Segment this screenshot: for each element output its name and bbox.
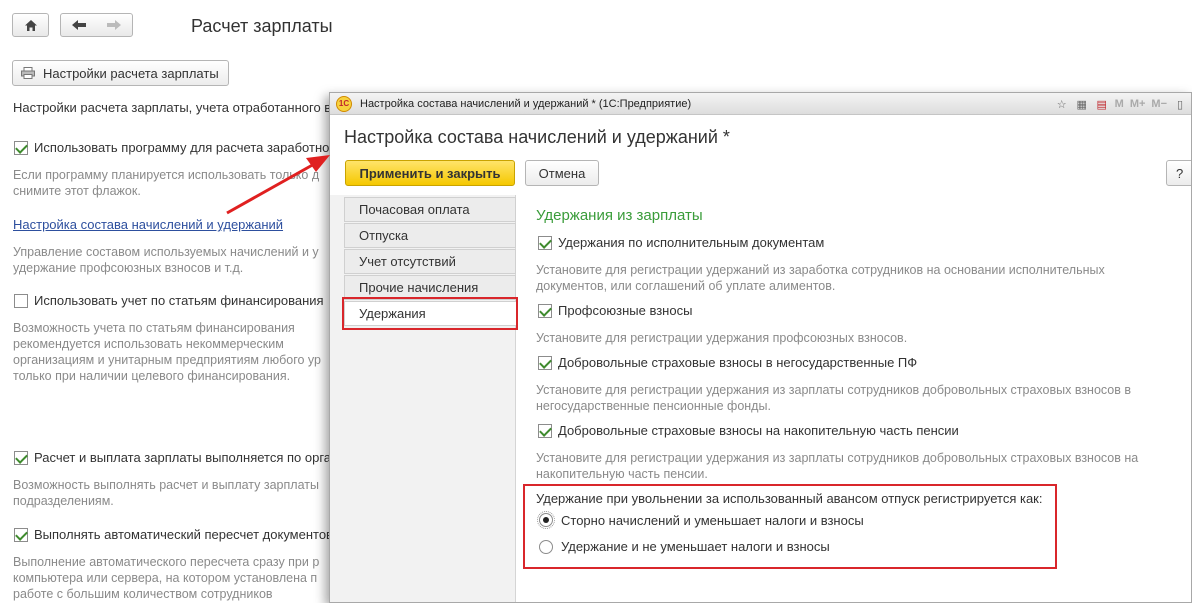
- salary-settings-button[interactable]: Настройки расчета зарплаты: [12, 60, 229, 86]
- more-icon[interactable]: ▯: [1173, 97, 1187, 111]
- link-hint-2: удержание профсоюзных взносов и т.д.: [13, 261, 244, 275]
- section-title: Удержания из зарплаты: [536, 207, 703, 224]
- option-union-fees-hint: Установите для регистрации удержания про…: [536, 331, 908, 345]
- arrow-left-icon: [71, 20, 86, 30]
- recalc-checkbox[interactable]: [14, 527, 28, 542]
- financing-checkbox[interactable]: [14, 293, 28, 308]
- use-program-label: Использовать программу для расчета зараб…: [34, 140, 330, 155]
- dialog-titlebar: 1С Настройка состава начислений и удержа…: [330, 93, 1191, 115]
- radio-reversal[interactable]: [539, 513, 553, 527]
- composition-settings-dialog: 1С Настройка состава начислений и удержа…: [329, 92, 1192, 603]
- use-program-hint-1: Если программу планируется использовать …: [13, 168, 320, 182]
- radio-deduction-row[interactable]: Удержание и не уменьшает налоги и взносы: [537, 539, 830, 554]
- option-union-fees-checkbox[interactable]: [538, 303, 552, 318]
- sidebar-item-hourly-pay[interactable]: Почасовая оплата: [344, 197, 516, 222]
- recalc-hint-1: Выполнение автоматического пересчета сра…: [13, 555, 320, 569]
- radio-deduction-label: Удержание и не уменьшает налоги и взносы: [561, 539, 830, 554]
- option-funded-pension-label: Добровольные страховые взносы на накопит…: [558, 423, 959, 438]
- payout-hint-1: Возможность выполнять расчет и выплату з…: [13, 478, 319, 492]
- option-npf-row[interactable]: Добровольные страховые взносы в негосуда…: [538, 355, 917, 370]
- payout-checkbox[interactable]: [14, 450, 28, 465]
- 1c-logo-icon: 1С: [336, 95, 352, 112]
- option-writs-hint-1: Установите для регистрации удержаний из …: [536, 263, 1105, 277]
- composition-settings-link[interactable]: Настройка состава начислений и удержаний: [13, 217, 283, 232]
- financing-label: Использовать учет по статьям финансирова…: [34, 293, 324, 308]
- arrow-right-icon: [107, 20, 122, 30]
- page-title: Расчет зарплаты: [191, 16, 333, 36]
- calculator-icon[interactable]: ▦: [1075, 97, 1089, 111]
- radio-reversal-focus: [537, 511, 555, 529]
- help-button[interactable]: ?: [1166, 160, 1191, 186]
- option-npf-hint-2: негосударственные пенсионные фонды.: [536, 399, 771, 413]
- option-union-fees-label: Профсоюзные взносы: [558, 303, 693, 318]
- financing-hint-2: рекомендуется использовать некоммерчески…: [13, 337, 284, 351]
- history-nav: [60, 13, 133, 37]
- radio-reversal-label: Сторно начислений и уменьшает налоги и в…: [561, 512, 864, 528]
- financing-hint-3: организациям и унитарным предприятиям лю…: [13, 353, 321, 367]
- dialog-window-title: Настройка состава начислений и удержаний…: [360, 97, 692, 110]
- option-writs-checkbox[interactable]: [538, 235, 552, 250]
- recalc-hint-2: компьютера или сервера, на котором устан…: [13, 571, 318, 585]
- financing-hint-1: Возможность учета по статьям финансирова…: [13, 321, 295, 335]
- apply-and-close-button[interactable]: Применить и закрыть: [345, 160, 515, 186]
- star-icon[interactable]: ☆: [1055, 97, 1069, 111]
- back-button[interactable]: [71, 19, 87, 31]
- option-npf-hint-1: Установите для регистрации удержания из …: [536, 383, 1132, 397]
- calendar-icon[interactable]: ▤: [1095, 97, 1109, 111]
- option-npf-checkbox[interactable]: [538, 355, 552, 370]
- forward-button[interactable]: [106, 19, 122, 31]
- home-icon: [24, 19, 37, 31]
- sidebar-item-vacations[interactable]: Отпуска: [344, 223, 516, 248]
- financing-checkbox-row[interactable]: Использовать учет по статьям финансирова…: [14, 293, 324, 308]
- salary-settings-label: Настройки расчета зарплаты: [43, 65, 219, 81]
- sidebar-item-absences[interactable]: Учет отсутствий: [344, 249, 516, 274]
- recalc-checkbox-row[interactable]: Выполнять автоматический пересчет докуме…: [14, 527, 333, 542]
- financing-hint-4: только при наличии целевого финансирован…: [13, 369, 291, 383]
- option-funded-pension-row[interactable]: Добровольные страховые взносы на накопит…: [538, 423, 959, 438]
- recalc-hint-3: работе с большим количеством сотрудников: [13, 587, 273, 601]
- use-program-checkbox-row[interactable]: Использовать программу для расчета зараб…: [14, 140, 329, 155]
- option-npf-label: Добровольные страховые взносы в негосуда…: [558, 355, 918, 370]
- option-writs-label: Удержания по исполнительным документам: [558, 235, 825, 250]
- recalc-label: Выполнять автоматический пересчет докуме…: [34, 527, 333, 542]
- dismissal-deduction-caption: Удержание при увольнении за использованн…: [536, 491, 1043, 506]
- intro-text: Настройки расчета зарплаты, учета отрабо…: [13, 100, 332, 115]
- option-funded-pension-hint-2: накопительную часть пенсии.: [536, 467, 708, 481]
- titlebar-tools: ☆ ▦ ▤ M M+ M− ▯: [1055, 93, 1191, 115]
- memory-plus-button[interactable]: M+: [1130, 98, 1146, 110]
- option-writs-hint-2: документов, или соглашений об уплате али…: [536, 279, 836, 293]
- use-program-checkbox[interactable]: [14, 140, 28, 155]
- radio-deduction[interactable]: [539, 539, 553, 554]
- payout-checkbox-row[interactable]: Расчет и выплата зарплаты выполняется по…: [14, 450, 331, 465]
- option-funded-pension-hint-1: Установите для регистрации удержания из …: [536, 451, 1139, 465]
- use-program-hint-2: снимите этот флажок.: [13, 184, 141, 198]
- option-union-fees-row[interactable]: Профсоюзные взносы: [538, 303, 692, 318]
- link-hint-1: Управление составом используемых начисле…: [13, 245, 319, 259]
- payout-label: Расчет и выплата зарплаты выполняется по…: [34, 450, 332, 465]
- option-writs-row[interactable]: Удержания по исполнительным документам: [538, 235, 824, 250]
- dialog-heading: Настройка состава начислений и удержаний…: [344, 127, 730, 147]
- radio-reversal-row[interactable]: Сторно начислений и уменьшает налоги и в…: [537, 511, 864, 529]
- option-funded-pension-checkbox[interactable]: [538, 423, 552, 438]
- memory-minus-button[interactable]: M−: [1151, 98, 1167, 110]
- payout-hint-2: подразделениям.: [13, 494, 114, 508]
- cancel-button[interactable]: Отмена: [525, 160, 599, 186]
- printer-icon: [21, 67, 35, 79]
- memory-button[interactable]: M: [1115, 98, 1124, 110]
- deductions-highlight-frame: [342, 297, 518, 330]
- home-button[interactable]: [12, 13, 49, 37]
